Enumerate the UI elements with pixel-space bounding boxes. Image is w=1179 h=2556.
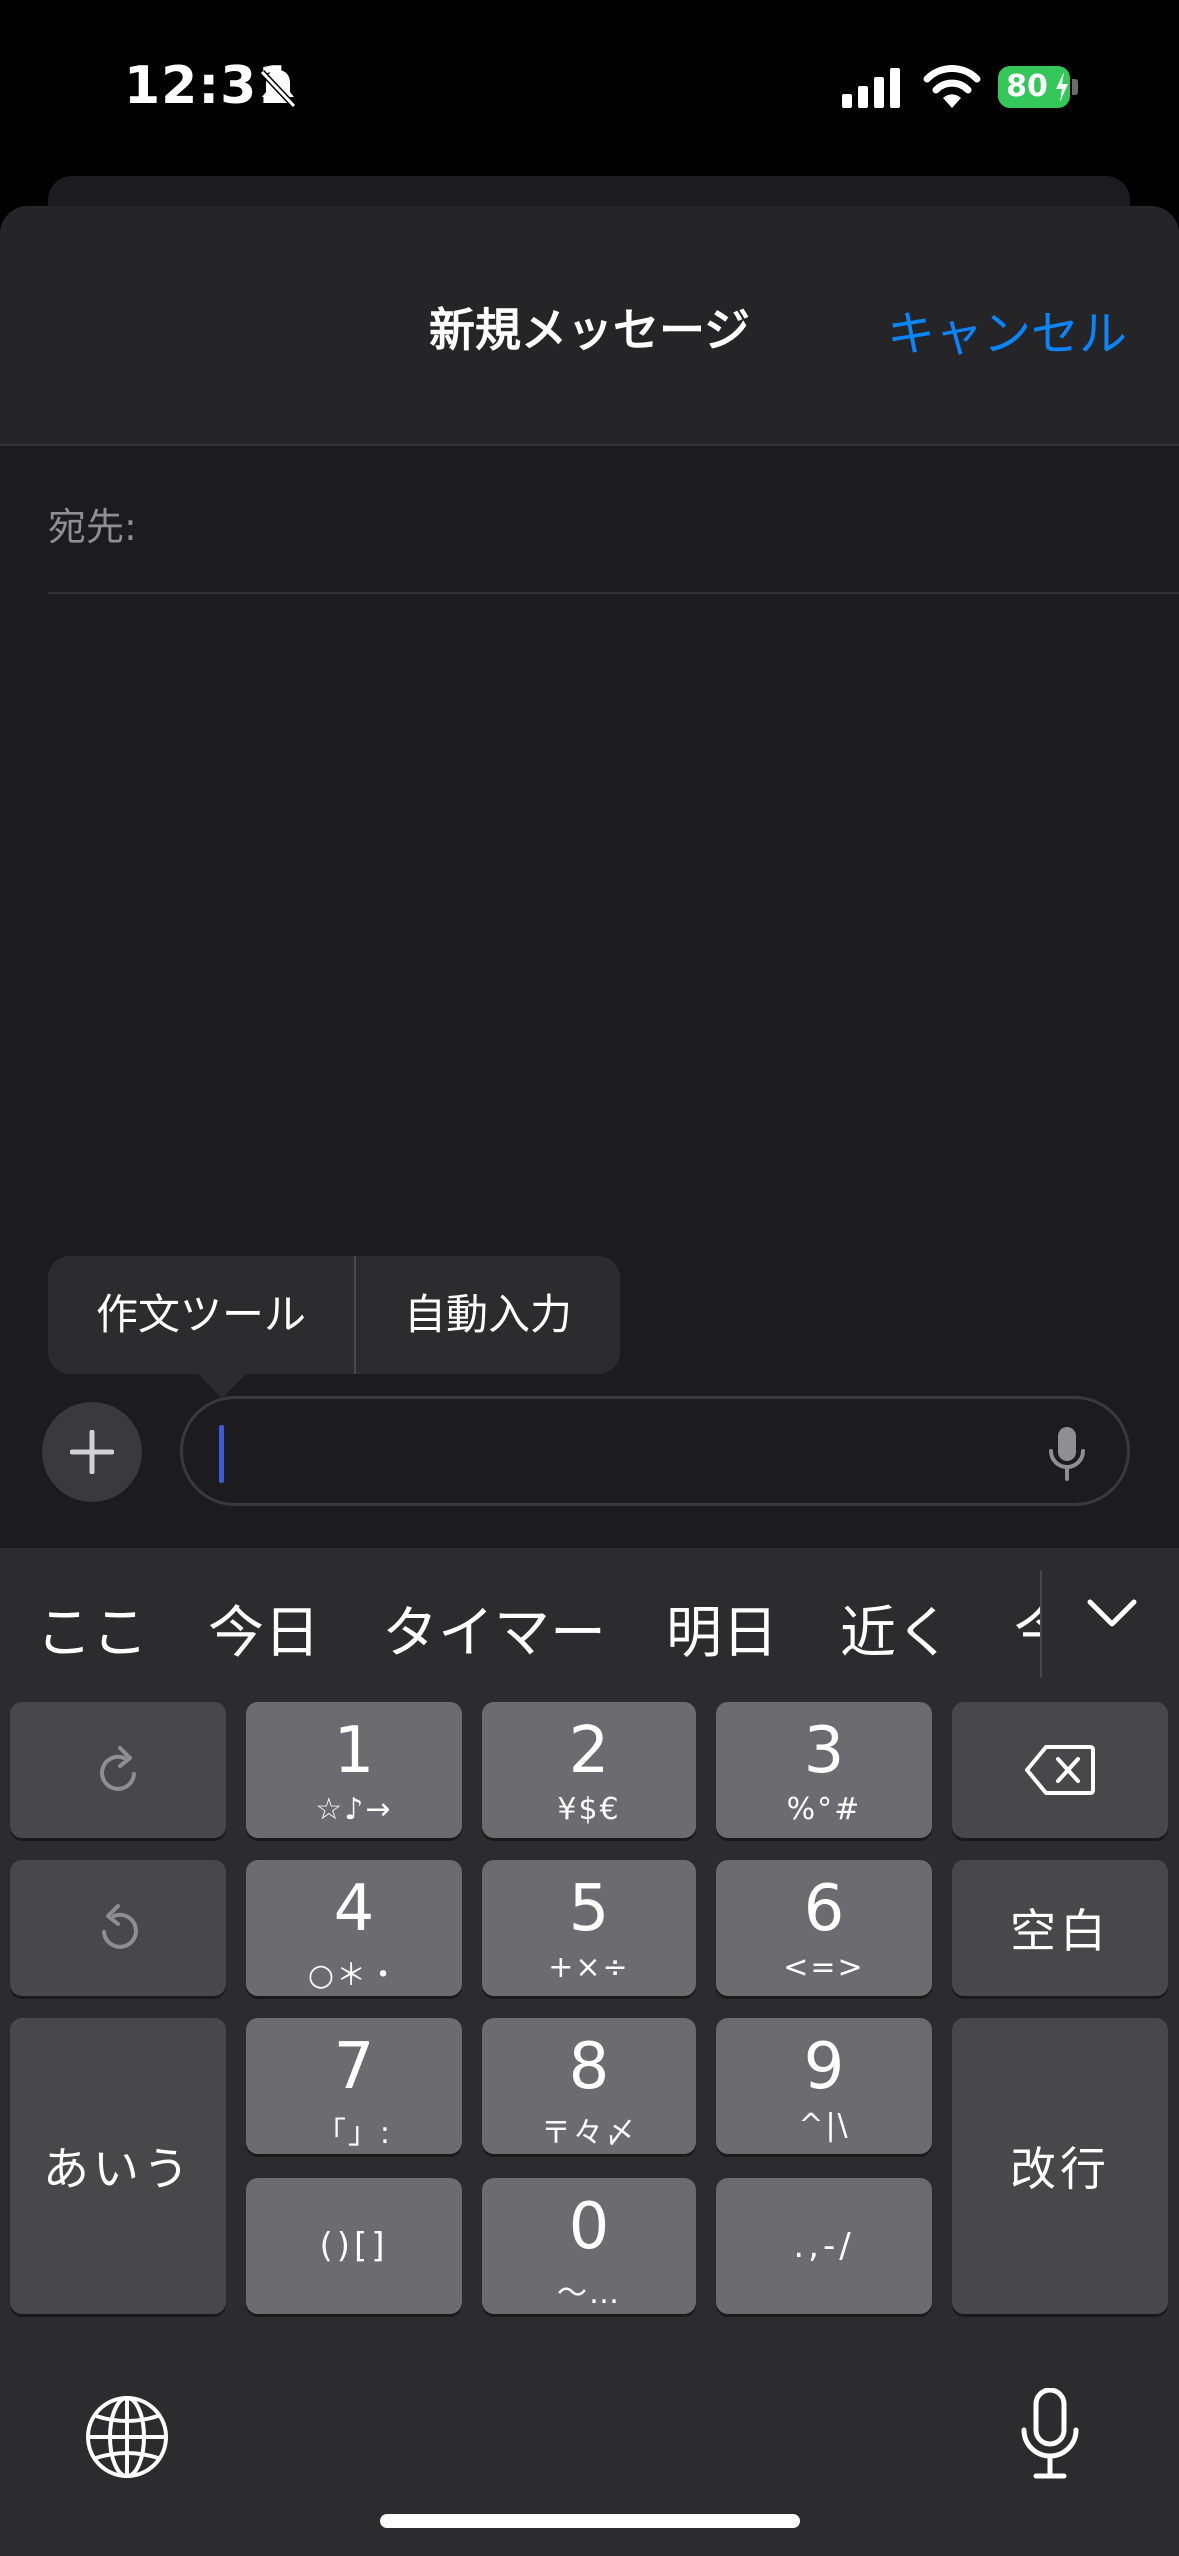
writing-tools-button[interactable]: 作文ツール xyxy=(48,1256,354,1374)
key-1[interactable]: 1 ☆♪→ xyxy=(246,1702,462,1838)
keyboard: ここ 今日 タイマー 明日 近く 今 1 ☆♪→ 2 ¥$€ 3 %°# xyxy=(0,1548,1179,2556)
popup-tail xyxy=(196,1372,248,1398)
plus-icon xyxy=(70,1430,114,1474)
return-key[interactable]: 改行 xyxy=(952,2018,1168,2314)
brackets-key[interactable]: ()[] xyxy=(246,2178,462,2314)
text-caret xyxy=(219,1425,224,1483)
apps-plus-button[interactable] xyxy=(42,1402,142,1502)
undo-icon xyxy=(102,1904,138,1949)
candidate-item[interactable]: タイマー xyxy=(382,1588,606,1669)
delete-key[interactable] xyxy=(952,1702,1168,1838)
recipient-label: 宛先: xyxy=(48,505,137,549)
candidate-divider xyxy=(1040,1570,1042,1678)
status-bar: 12:31 80 xyxy=(0,0,1179,170)
key-2[interactable]: 2 ¥$€ xyxy=(482,1702,696,1838)
message-input[interactable] xyxy=(180,1396,1130,1506)
battery-charging-icon: 80 xyxy=(998,66,1080,108)
key-8[interactable]: 8 〒々〆 xyxy=(482,2018,696,2154)
chevron-down-icon[interactable] xyxy=(1084,1594,1140,1634)
candidate-item[interactable]: 今日 xyxy=(208,1588,320,1669)
autofill-button[interactable]: 自動入力 xyxy=(356,1256,620,1374)
candidate-item[interactable]: 近く xyxy=(840,1588,952,1669)
dictation-mic-icon[interactable] xyxy=(1018,2388,1082,2480)
globe-icon[interactable] xyxy=(84,2394,170,2480)
battery-percent: 80 xyxy=(1006,69,1048,104)
key-4[interactable]: 4 ○＊・ xyxy=(246,1860,462,1996)
key-9[interactable]: 9 ^|\ xyxy=(716,2018,932,2154)
key-5[interactable]: 5 +×÷ xyxy=(482,1860,696,1996)
candidate-overflow: 今 xyxy=(1010,1548,1040,1698)
key-7[interactable]: 7 「」: xyxy=(246,2018,462,2154)
delete-icon xyxy=(1025,1745,1095,1795)
key-3[interactable]: 3 %°# xyxy=(716,1702,932,1838)
redo-icon xyxy=(100,1746,136,1791)
key-0[interactable]: 0 〜… xyxy=(482,2178,696,2314)
cancel-button[interactable]: キャンセル xyxy=(887,294,1127,364)
microphone-icon[interactable] xyxy=(1047,1425,1087,1483)
sheet-header: 新規メッセージ キャンセル xyxy=(0,206,1179,446)
candidate-item[interactable]: ここ xyxy=(36,1588,148,1669)
candidate-item[interactable]: 今 xyxy=(1014,1588,1040,1669)
wifi-icon xyxy=(923,65,981,108)
kana-switch-key[interactable]: あいう xyxy=(10,2018,226,2314)
candidate-bar: ここ 今日 タイマー 明日 近く 今 xyxy=(0,1548,1179,1698)
redo-key[interactable] xyxy=(10,1702,226,1838)
recipient-field[interactable]: 宛先: xyxy=(48,446,1179,594)
undo-key[interactable] xyxy=(10,1860,226,1996)
space-key[interactable]: 空白 xyxy=(952,1860,1168,1996)
home-indicator[interactable] xyxy=(380,2514,800,2528)
cellular-signal-icon xyxy=(842,68,900,108)
bell-slash-icon xyxy=(259,69,297,109)
candidate-item[interactable]: 明日 xyxy=(666,1588,778,1669)
punctuation-key[interactable]: .,-/ xyxy=(716,2178,932,2314)
key-6[interactable]: 6 <=> xyxy=(716,1860,932,1996)
edit-menu-popup: 作文ツール 自動入力 xyxy=(48,1256,620,1374)
